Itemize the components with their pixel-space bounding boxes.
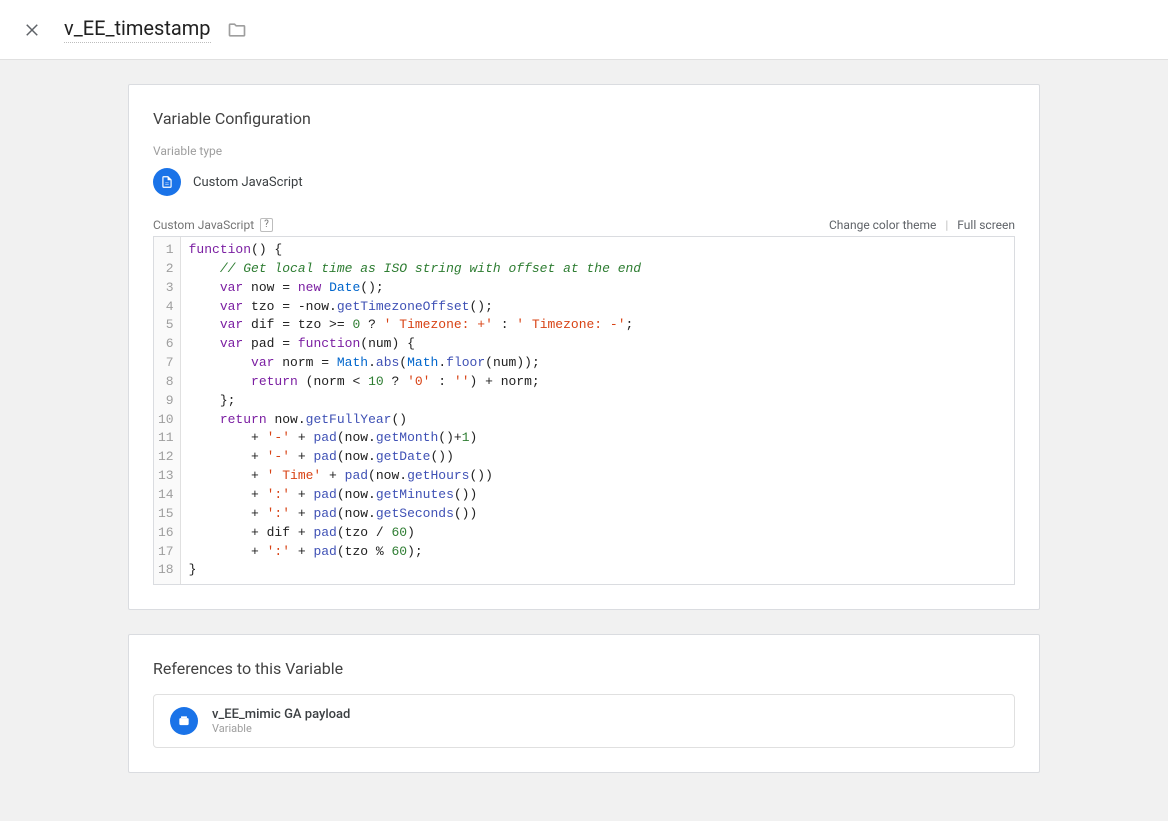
header-bar: v_EE_timestamp [0, 0, 1168, 60]
variable-type-name: Custom JavaScript [193, 175, 303, 190]
reference-item[interactable]: v_EE_mimic GA payload Variable [153, 694, 1015, 748]
references-panel: References to this Variable v_EE_mimic G… [128, 634, 1040, 773]
reference-name: v_EE_mimic GA payload [212, 707, 350, 722]
panel-title: Variable Configuration [153, 109, 1015, 128]
close-button[interactable] [16, 14, 48, 46]
variable-title[interactable]: v_EE_timestamp [64, 16, 211, 43]
variable-type-row[interactable]: Custom JavaScript [153, 168, 1015, 196]
canvas: Variable Configuration Variable type Cus… [0, 60, 1168, 821]
code-area[interactable]: function() { // Get local time as ISO st… [181, 237, 1014, 584]
divider: | [945, 218, 948, 232]
change-color-theme-link[interactable]: Change color theme [829, 218, 936, 232]
javascript-icon [153, 168, 181, 196]
close-icon [23, 21, 41, 39]
references-title: References to this Variable [153, 659, 1015, 678]
full-screen-link[interactable]: Full screen [957, 218, 1015, 232]
variable-icon [170, 707, 198, 735]
line-number-gutter: 1 2 3 4 5 6 7 8 9 10 11 12 13 14 15 16 1… [154, 237, 181, 584]
editor-header: Custom JavaScript ? Change color theme |… [153, 218, 1015, 232]
code-editor[interactable]: 1 2 3 4 5 6 7 8 9 10 11 12 13 14 15 16 1… [153, 236, 1015, 585]
variable-configuration-panel: Variable Configuration Variable type Cus… [128, 84, 1040, 610]
reference-type: Variable [212, 722, 350, 735]
editor-label: Custom JavaScript [153, 218, 254, 232]
variable-type-label: Variable type [153, 144, 1015, 158]
folder-icon[interactable] [227, 20, 247, 40]
help-icon[interactable]: ? [260, 218, 273, 232]
